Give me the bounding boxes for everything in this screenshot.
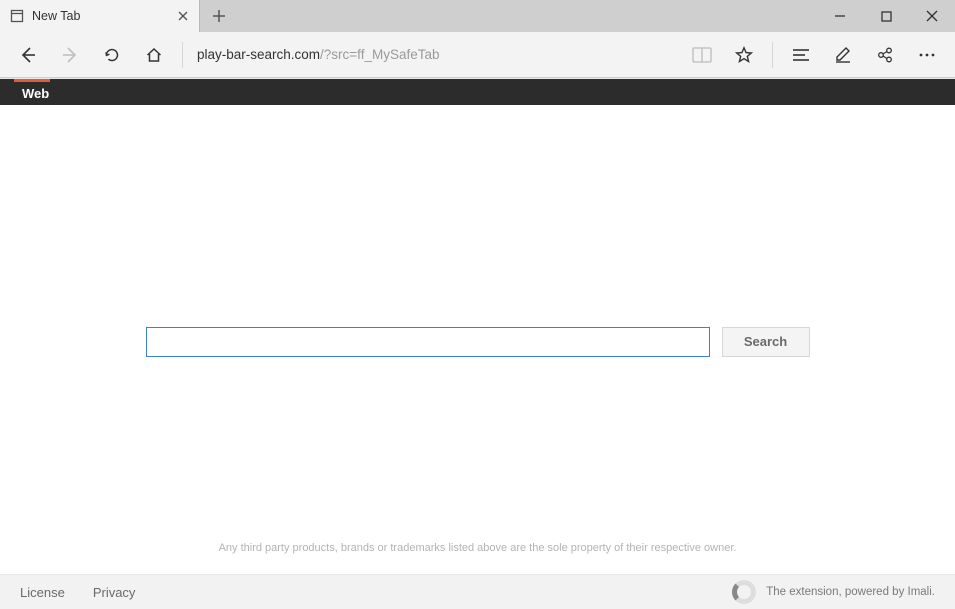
footer-link-license[interactable]: License: [20, 585, 65, 600]
home-button[interactable]: [134, 37, 174, 73]
window-controls: [817, 0, 955, 32]
footer-right: The extension, powered by Imali.: [732, 580, 935, 604]
title-bar: New Tab: [0, 0, 955, 32]
minimize-button[interactable]: [817, 0, 863, 32]
favorite-button[interactable]: [724, 37, 764, 73]
webnote-button[interactable]: [823, 37, 863, 73]
more-button[interactable]: [907, 37, 947, 73]
search-button[interactable]: Search: [722, 327, 810, 357]
share-button[interactable]: [865, 37, 905, 73]
search-input[interactable]: [146, 327, 710, 357]
url-path: /?src=ff_MySafeTab: [320, 47, 439, 62]
search-row: Search: [146, 327, 810, 357]
page-viewport: Web Search Any third party products, bra…: [0, 78, 955, 609]
maximize-button[interactable]: [863, 0, 909, 32]
search-area: Search: [0, 79, 955, 574]
url-host: play-bar-search.com: [197, 47, 320, 62]
disclaimer-text: Any third party products, brands or trad…: [0, 542, 955, 554]
close-window-button[interactable]: [909, 0, 955, 32]
page-footer: License Privacy The extension, powered b…: [0, 574, 955, 609]
hub-button[interactable]: [781, 37, 821, 73]
reading-view-button[interactable]: [682, 37, 722, 73]
address-bar[interactable]: play-bar-search.com/?src=ff_MySafeTab: [191, 40, 680, 70]
tab-title: New Tab: [32, 9, 169, 23]
refresh-button[interactable]: [92, 37, 132, 73]
loading-spinner-icon: [732, 580, 756, 604]
page-icon: [10, 9, 24, 23]
footer-link-privacy[interactable]: Privacy: [93, 585, 136, 600]
browser-toolbar: play-bar-search.com/?src=ff_MySafeTab: [0, 32, 955, 78]
powered-by-text: The extension, powered by Imali.: [766, 586, 935, 598]
close-tab-icon[interactable]: [177, 10, 189, 22]
new-tab-button[interactable]: [200, 0, 238, 32]
toolbar-right: [682, 37, 947, 73]
toolbar-divider: [772, 42, 773, 68]
back-button[interactable]: [8, 37, 48, 73]
browser-tab[interactable]: New Tab: [0, 0, 200, 32]
forward-button[interactable]: [50, 37, 90, 73]
toolbar-divider: [182, 42, 183, 68]
